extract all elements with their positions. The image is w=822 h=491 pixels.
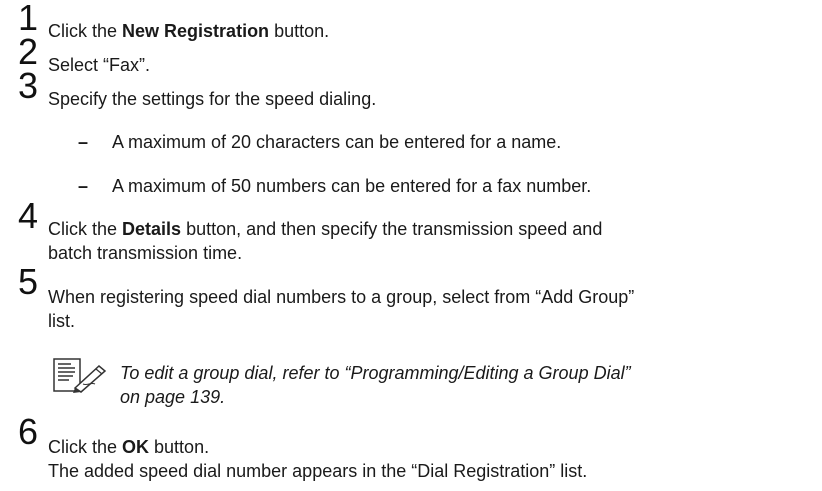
step-text: Click the New Registration button. xyxy=(48,21,330,41)
step-text: Specify the settings for the speed diali… xyxy=(48,89,377,109)
step-text-line2: list. xyxy=(48,311,75,331)
step-text-line2: batch transmission time. xyxy=(48,243,243,263)
step-text-line1: When registering speed dial numbers to a… xyxy=(48,287,635,307)
ui-term: OK xyxy=(122,437,150,457)
step-text: Select “Fax”. xyxy=(48,55,151,75)
step-number: 4 xyxy=(18,195,39,236)
step-text-line1: Click the OK button. xyxy=(48,437,210,457)
bullet-dash: – xyxy=(78,176,89,196)
note-pencil-icon xyxy=(53,358,107,393)
note-text-line1: To edit a group dial, refer to “Programm… xyxy=(120,363,631,383)
step-number: 5 xyxy=(18,261,39,302)
ui-term: Details xyxy=(122,219,182,239)
note-text-line2: on page 139. xyxy=(120,387,226,407)
bullet-dash: – xyxy=(78,132,89,152)
bullet-text: A maximum of 50 numbers can be entered f… xyxy=(112,176,592,196)
step-text-line2: The added speed dial number appears in t… xyxy=(48,461,588,481)
bullet-text: A maximum of 20 characters can be entere… xyxy=(112,132,562,152)
step-number: 6 xyxy=(18,411,39,452)
ui-term: New Registration xyxy=(122,21,270,41)
step-number: 3 xyxy=(18,65,39,106)
step-text-line1: Click the Details button, and then speci… xyxy=(48,219,603,239)
